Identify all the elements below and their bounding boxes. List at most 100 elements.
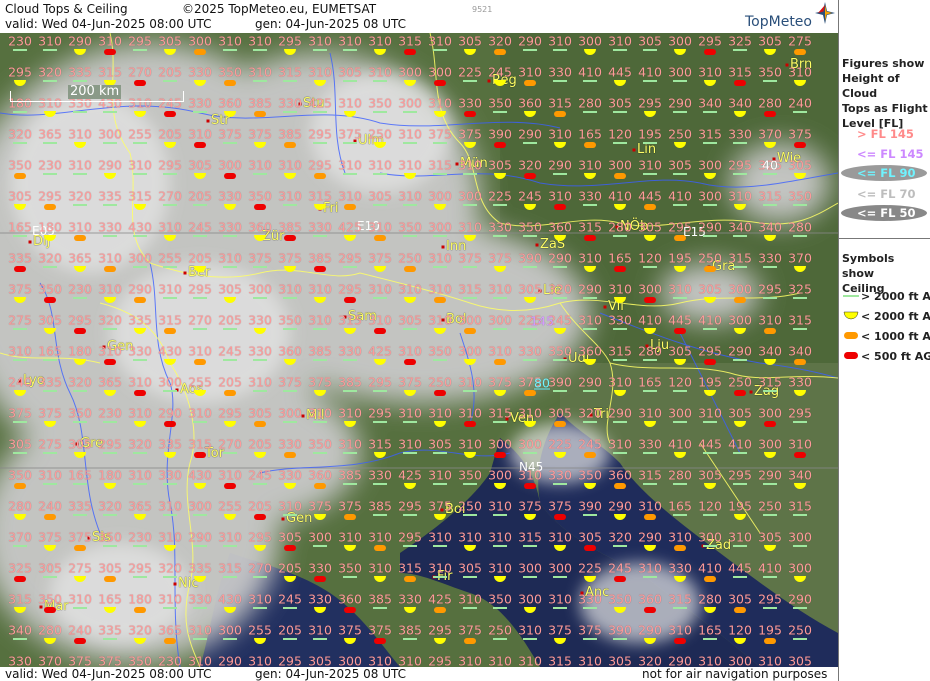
ceiling-symbol-icon (643, 49, 657, 51)
cloud-top-label: 300 (638, 281, 662, 297)
cloud-top-label: 375 (488, 374, 512, 390)
ceiling-symbol-icon (283, 204, 297, 206)
cloud-top-label: 120 (638, 250, 662, 266)
cloud-top-label: 315 (638, 467, 662, 483)
legend-symbol-label-4: < 500 ft AGL (861, 350, 930, 363)
cloud-top-label: 365 (38, 126, 62, 142)
cloud-top-label: 310 (638, 498, 662, 514)
cloud-top-label: 310 (698, 653, 722, 668)
satellite-map[interactable]: BrnRegStuStrUlmMünLinWieFriZürDijInnZaSN… (0, 33, 838, 667)
cloud-top-label: 320 (518, 157, 542, 173)
ceiling-symbol-icon (404, 80, 416, 86)
ceiling-symbol-icon (194, 452, 206, 458)
ceiling-symbol-icon (134, 297, 146, 303)
cloud-top-label: 390 (548, 374, 572, 390)
cloud-top-label: 230 (98, 405, 122, 421)
ceiling-symbol-icon (253, 266, 267, 268)
cloud-top-label: 335 (188, 560, 212, 576)
cloud-top-label: 255 (248, 622, 272, 638)
cloud-top-label: 320 (158, 560, 182, 576)
ceiling-symbol-icon (44, 421, 56, 427)
cloud-top-label: 310 (248, 33, 272, 49)
cloud-top-label: 315 (398, 560, 422, 576)
cloud-top-label: 310 (518, 653, 542, 668)
ceiling-symbol-icon (14, 576, 26, 582)
cloud-top-label: 330 (188, 64, 212, 80)
cloud-top-label: 205 (278, 622, 302, 638)
city-marker (632, 148, 636, 152)
ceiling-symbol-icon (403, 328, 417, 330)
ceiling-symbol-icon (373, 297, 387, 299)
cloud-top-label: 310 (788, 436, 812, 452)
ceiling-symbol-icon (794, 142, 806, 148)
cloud-top-label: 120 (728, 622, 752, 638)
ceiling-symbol-icon (313, 452, 327, 454)
ceiling-symbol-icon (733, 235, 747, 237)
scale-label: 200 km (68, 84, 122, 99)
ceiling-symbol-icon (13, 452, 27, 454)
cloud-top-label: 305 (578, 529, 602, 545)
ceiling-symbol-icon (493, 297, 507, 299)
ceiling-symbol-icon (523, 266, 537, 268)
ceiling-symbol-icon (523, 452, 537, 454)
cloud-top-label: 275 (68, 560, 92, 576)
ceiling-symbol-icon (703, 142, 717, 144)
cloud-top-label: 310 (668, 281, 692, 297)
cloud-top-label: 330 (278, 95, 302, 111)
cloud-top-label: 310 (398, 405, 422, 421)
cloud-top-label: 255 (188, 374, 212, 390)
ceiling-symbol-icon (284, 266, 296, 272)
ceiling-symbol-icon (43, 266, 57, 268)
cloud-top-label: 320 (128, 436, 152, 452)
ceiling-symbol-icon (374, 359, 386, 365)
ceiling-symbol-icon (44, 545, 56, 551)
ceiling-symbol-icon (283, 297, 297, 299)
ceiling-symbol-icon (283, 328, 297, 330)
ceiling-symbol-icon (44, 514, 56, 520)
ceiling-symbol-icon (643, 142, 657, 144)
ceiling-symbol-icon (614, 390, 626, 396)
ceiling-symbol-icon (313, 359, 327, 361)
cloud-top-label: 290 (728, 343, 752, 359)
cloud-top-label: 445 (668, 312, 692, 328)
cloud-top-label: 330 (758, 250, 782, 266)
cloud-top-label: 370 (8, 529, 32, 545)
cloud-top-label: 310 (158, 591, 182, 607)
cloud-top-label: 310 (188, 126, 212, 142)
cloud-top-label: 240 (788, 95, 812, 111)
ceiling-symbol-icon (133, 452, 147, 454)
cloud-top-label: 205 (188, 250, 212, 266)
ceiling-symbol-icon (14, 266, 26, 272)
ceiling-symbol-icon (224, 421, 236, 427)
ceiling-symbol-icon (223, 452, 237, 454)
legend-fl-item-1: > FL 145 (857, 127, 914, 141)
ceiling-symbol-icon (164, 49, 176, 55)
cloud-top-label: 290 (638, 529, 662, 545)
ceiling-symbol-icon (374, 638, 386, 644)
cloud-top-label: 300 (698, 157, 722, 173)
ceiling-symbol-icon (284, 49, 296, 55)
cloud-top-label: 310 (728, 529, 752, 545)
ceiling-symbol-icon (43, 80, 57, 82)
cloud-top-label: 205 (248, 436, 272, 452)
cloud-top-label: 310 (488, 529, 512, 545)
ceiling-symbol-icon (733, 266, 747, 268)
cloud-top-label: 310 (548, 529, 572, 545)
ceiling-symbol-icon (193, 235, 207, 237)
cloud-top-label: 310 (188, 622, 212, 638)
cloud-top-label: 375 (428, 126, 452, 142)
cloud-top-label: 315 (728, 250, 752, 266)
ceiling-symbol-icon (553, 359, 567, 361)
ceiling-symbol-icon (523, 49, 537, 51)
cloud-top-label: 310 (428, 281, 452, 297)
cloud-top-label: 390 (488, 126, 512, 142)
cloud-top-label: 165 (578, 126, 602, 142)
cloud-top-label: 305 (338, 64, 362, 80)
ceiling-symbol-icon (283, 390, 297, 392)
ceiling-symbol-icon (463, 266, 477, 268)
cloud-top-label: 230 (8, 33, 32, 49)
ceiling-symbol-icon (133, 576, 147, 578)
ceiling-symbol-icon (404, 607, 416, 613)
city-marker (487, 79, 491, 83)
legend-panel: Figures show Height of Cloud Tops as Fli… (838, 0, 930, 681)
